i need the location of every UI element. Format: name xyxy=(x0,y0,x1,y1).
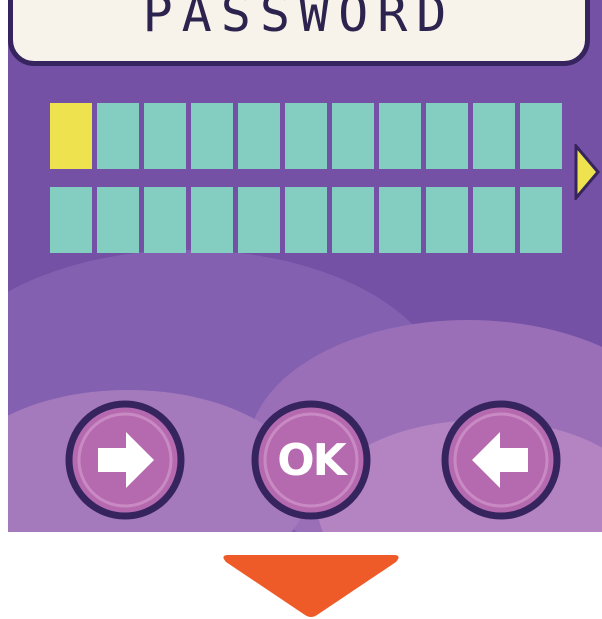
password-slot[interactable] xyxy=(285,103,327,169)
password-slot[interactable] xyxy=(50,187,92,253)
password-slot[interactable] xyxy=(97,187,139,253)
password-slot[interactable] xyxy=(285,187,327,253)
triangle-down-icon[interactable] xyxy=(220,553,402,619)
triangle-right-icon[interactable] xyxy=(574,144,600,200)
password-slot[interactable] xyxy=(473,187,515,253)
password-row-1 xyxy=(50,103,562,169)
password-slot[interactable] xyxy=(426,187,468,253)
password-slot[interactable] xyxy=(426,103,468,169)
password-slot[interactable] xyxy=(473,103,515,169)
right-arrow-button[interactable] xyxy=(64,399,186,521)
game-screen: PASSWORD OK xyxy=(8,0,602,532)
password-slot[interactable] xyxy=(144,187,186,253)
password-slot[interactable] xyxy=(520,103,562,169)
password-slot[interactable] xyxy=(97,103,139,169)
password-slot[interactable] xyxy=(238,187,280,253)
password-slot[interactable] xyxy=(144,103,186,169)
left-arrow-button[interactable] xyxy=(440,399,562,521)
password-slot[interactable] xyxy=(191,187,233,253)
password-slot[interactable] xyxy=(520,187,562,253)
password-row-2 xyxy=(50,187,562,253)
password-slot[interactable] xyxy=(379,103,421,169)
password-slot[interactable] xyxy=(332,187,374,253)
password-slot[interactable] xyxy=(332,103,374,169)
password-slot[interactable] xyxy=(191,103,233,169)
password-slot[interactable] xyxy=(379,187,421,253)
title-panel: PASSWORD xyxy=(8,0,590,66)
ok-label: OK xyxy=(277,434,347,486)
password-slot[interactable] xyxy=(238,103,280,169)
ok-button[interactable]: OK xyxy=(250,399,372,521)
password-slot-active[interactable] xyxy=(50,103,92,169)
page-title: PASSWORD xyxy=(142,0,456,43)
